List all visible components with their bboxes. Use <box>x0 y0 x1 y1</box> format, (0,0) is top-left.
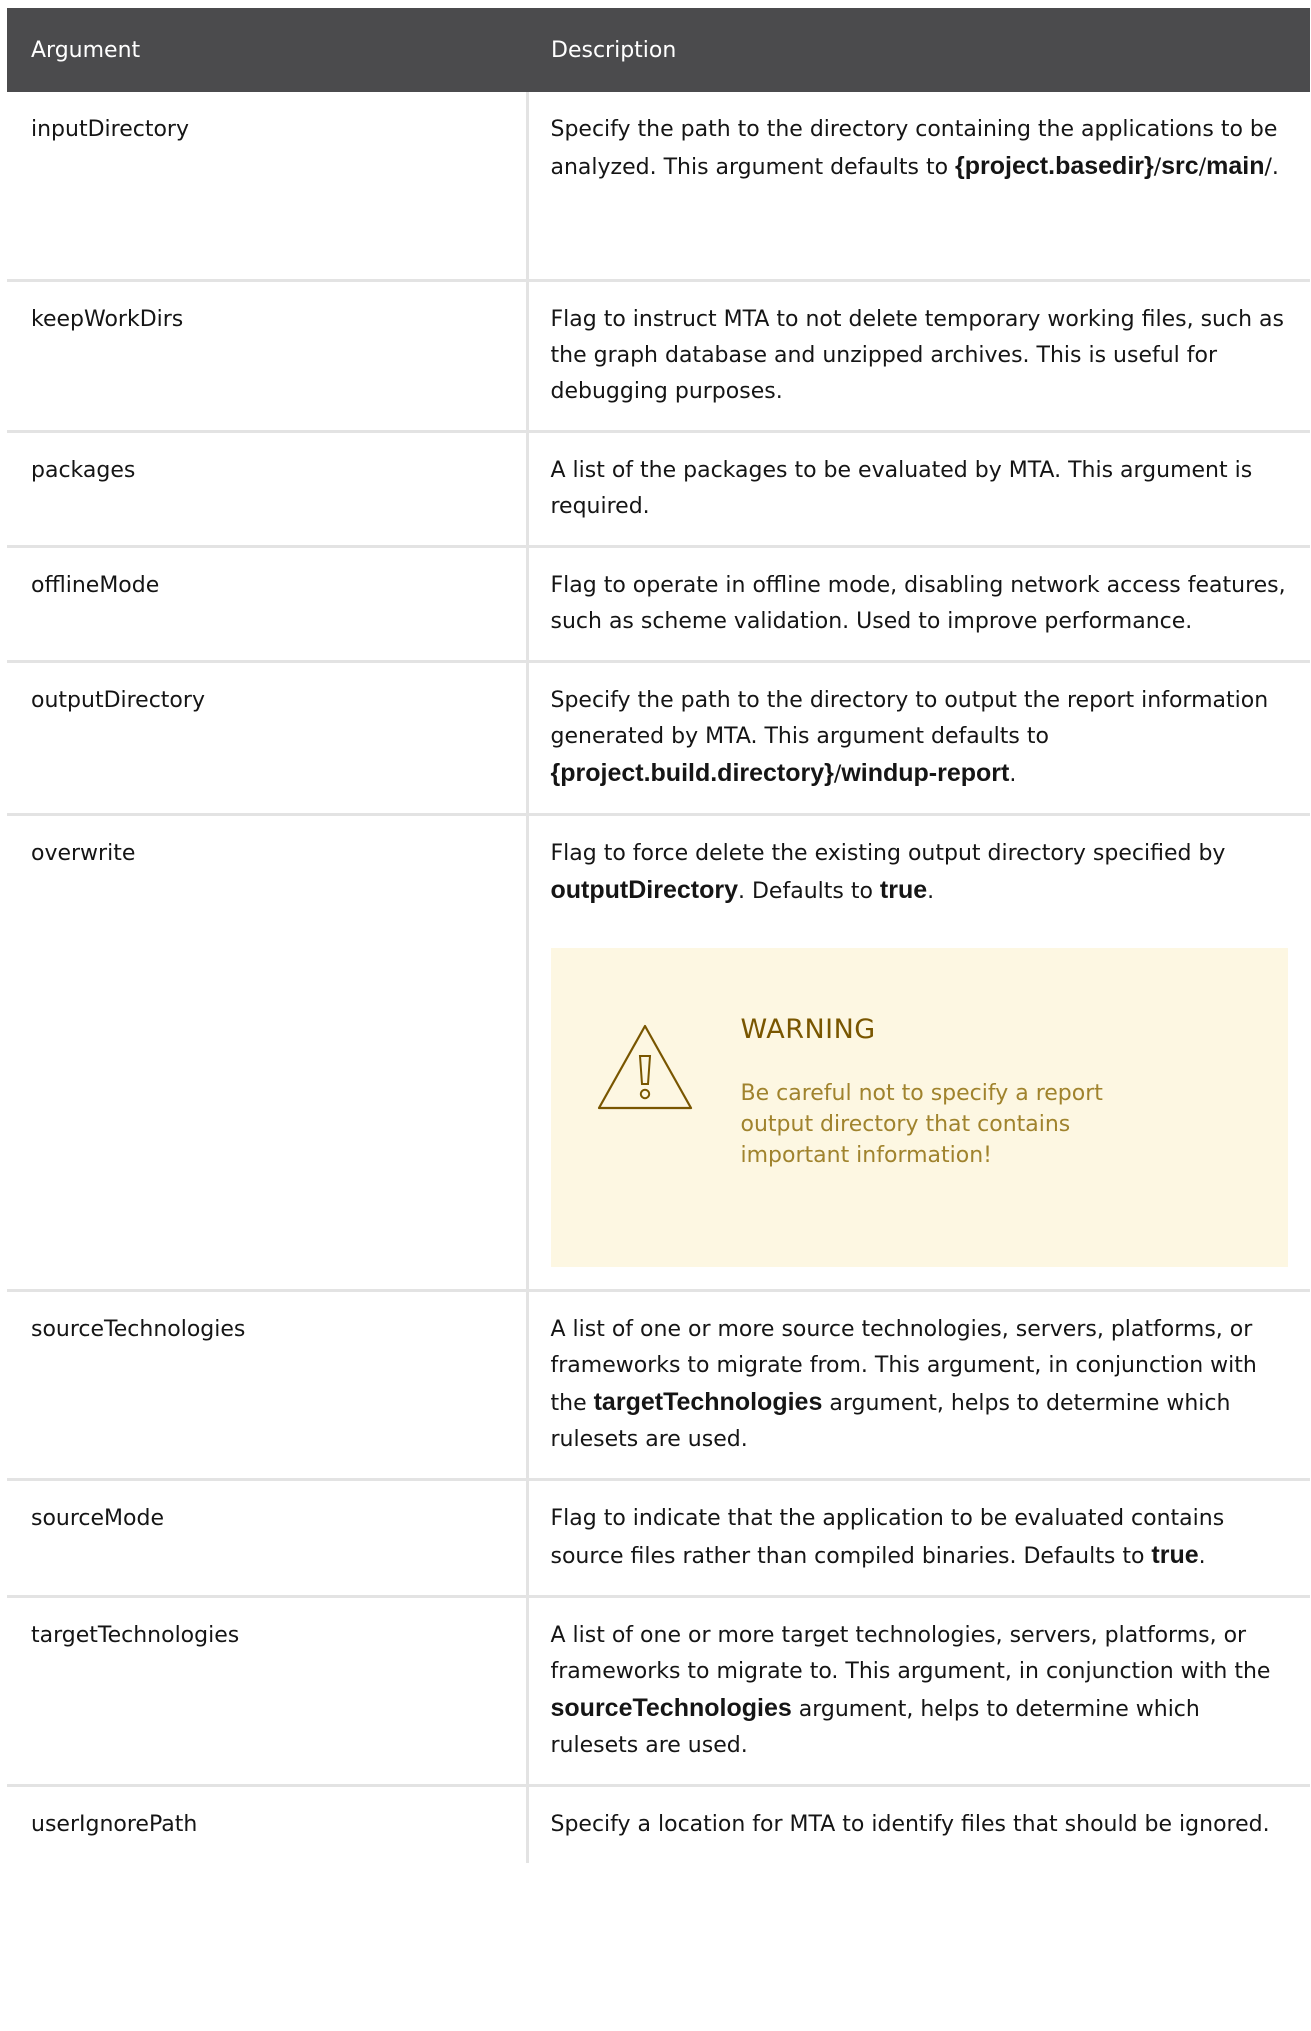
description-paragraph: Flag to force delete the existing output… <box>551 836 1289 910</box>
table-row: inputDirectory Specify the path to the d… <box>7 92 1310 282</box>
argument-description: Specify the path to the directory to out… <box>527 661 1310 816</box>
argument-name: overwrite <box>7 814 529 1292</box>
table-row: sourceTechnologies A list of one or more… <box>7 1290 1310 1481</box>
code-term: {project.build.directory} <box>550 758 834 787</box>
description-text: Flag to force delete the existing output… <box>550 840 1226 866</box>
warning-triangle-icon <box>597 1024 692 1109</box>
code-term: targetTechnologies <box>593 1387 823 1416</box>
argument-name: offlineMode <box>7 546 529 663</box>
argument-name: targetTechnologies <box>7 1596 529 1787</box>
warning-admonition: WARNING Be careful not to specify a repo… <box>550 947 1288 1267</box>
description-text: /. <box>1264 155 1279 180</box>
table-row: outputDirectory Specify the path to the … <box>7 661 1310 816</box>
warning-title: WARNING <box>740 1013 876 1045</box>
table-header-row: Argument Description <box>7 8 1310 92</box>
argument-description: Flag to instruct MTA to not delete tempo… <box>527 280 1310 433</box>
code-term: true <box>1151 1540 1199 1569</box>
code-term: windup-report <box>841 758 1010 787</box>
argument-description: Specify a location for MTA to identify f… <box>550 1811 1270 1837</box>
description-text: . <box>927 878 935 904</box>
argument-name: userIgnorePath <box>7 1785 529 1863</box>
argument-name: inputDirectory <box>7 92 529 282</box>
code-term: true <box>879 875 928 904</box>
table-row: sourceMode Flag to indicate that the app… <box>7 1479 1310 1598</box>
table-row: keepWorkDirs Flag to instruct MTA to not… <box>7 280 1310 433</box>
description-text: . <box>1009 761 1017 787</box>
argument-name: sourceMode <box>7 1479 529 1598</box>
table-row: offlineMode Flag to operate in offline m… <box>7 546 1310 663</box>
description-text: Flag to indicate that the application to… <box>550 1505 1225 1569</box>
argument-description: Flag to operate in offline mode, disabli… <box>527 546 1310 663</box>
argument-name: keepWorkDirs <box>7 280 529 433</box>
argument-description: Flag to indicate that the application to… <box>527 1479 1310 1598</box>
description-text: / <box>1198 155 1207 180</box>
argument-name: outputDirectory <box>7 661 529 816</box>
column-header-description: Description <box>527 8 1310 92</box>
arguments-table: Argument Description inputDirectory Spec… <box>7 8 1310 1863</box>
code-term: main <box>1206 152 1265 180</box>
column-header-argument: Argument <box>7 8 527 92</box>
warning-text: Be careful not to specify a report outpu… <box>740 1080 1103 1168</box>
description-text: . Defaults to <box>738 878 880 904</box>
table-row: targetTechnologies A list of one or more… <box>7 1596 1310 1787</box>
argument-description: Flag to force delete the existing output… <box>527 814 1310 1292</box>
description-text: A list of one or more target technologie… <box>550 1622 1271 1684</box>
argument-description: Specify the path to the directory contai… <box>527 92 1310 282</box>
argument-description: A list of one or more target technologie… <box>527 1596 1310 1787</box>
code-term: {project.basedir} <box>955 152 1154 180</box>
argument-name: packages <box>7 431 529 548</box>
code-term: src <box>1161 152 1199 180</box>
code-term: outputDirectory <box>550 875 739 904</box>
table-row: overwrite Flag to force delete the exist… <box>7 814 1310 1292</box>
code-term: sourceTechnologies <box>550 1693 792 1722</box>
table-row: packages A list of the packages to be ev… <box>7 431 1310 548</box>
argument-description: A list of the packages to be evaluated b… <box>527 431 1310 548</box>
table-row: userIgnorePath Specify a location for MT… <box>7 1785 1310 1863</box>
description-text: Specify the path to the directory to out… <box>550 687 1269 749</box>
argument-name: sourceTechnologies <box>7 1290 529 1481</box>
argument-description: A list of one or more source technologie… <box>527 1290 1310 1481</box>
description-text: . <box>1198 1543 1206 1569</box>
